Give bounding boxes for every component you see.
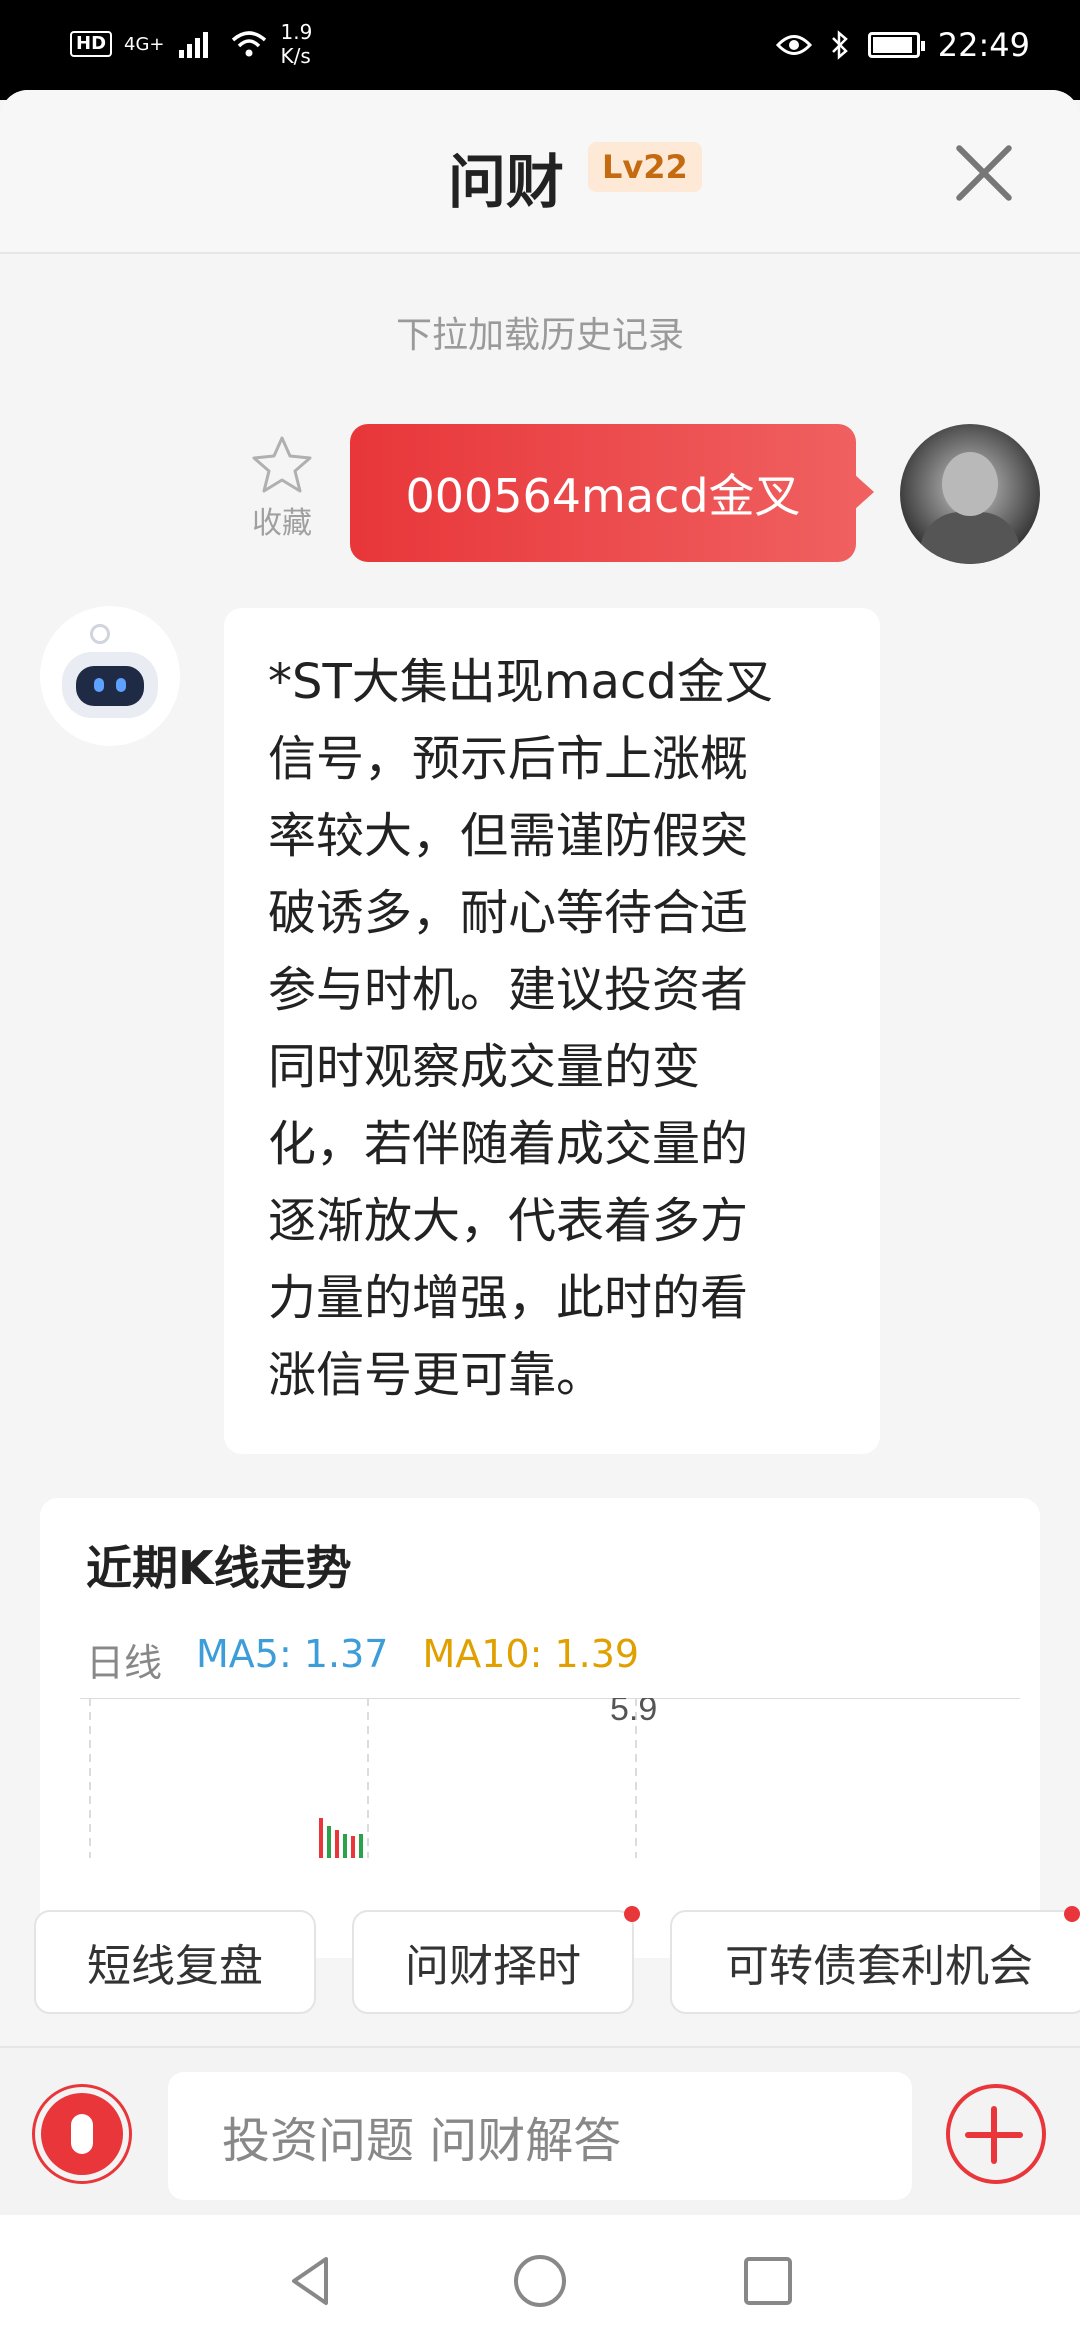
candle [351,1836,355,1858]
user-message-text: 000564macd金叉 [405,469,801,523]
status-bar: HD 4G+ 1.9 K/s 22:49 [0,0,1080,100]
clock: 22:49 [937,26,1030,64]
battery-icon [867,32,925,58]
kline-chart: 5.9 [80,1698,1020,1858]
close-icon[interactable] [952,140,1016,204]
system-nav-bar [0,2215,1080,2340]
ma5-label: MA5: 1.37 [196,1632,389,1676]
input-placeholder: 投资问题 问财解答 [222,2113,622,2169]
quick-action-convertible-bond[interactable]: 可转债套利机会 [670,1906,1080,2014]
candles [319,1818,363,1858]
kline-card[interactable]: 近期K线走势 日线 MA5: 1.37 MA10: 1.39 5.9 [40,1498,1040,1958]
bot-message-line: 力量的增强，此时的看 [268,1270,749,1326]
back-icon[interactable] [282,2251,342,2311]
bot-message-line: 同时观察成交量的变 [268,1039,701,1095]
signal-icon [178,32,208,58]
bot-message-line: 参与时机。建议投资者 [268,962,749,1018]
input-bar: 投资问题 问财解答 [0,2046,1080,2216]
home-icon[interactable] [510,2251,570,2311]
eye-icon [775,35,812,55]
microphone-icon [41,2093,123,2175]
bot-message-line: 涨信号更可靠。 [268,1347,605,1403]
bot-message-line: 信号，预示后市上涨概 [268,731,749,787]
chat-sheet: 问财 Lv22 下拉加载历史记录 收藏 000564macd金叉 *ST大集出现… [0,90,1080,2215]
wifi-icon [231,31,266,57]
status-right: 22:49 [775,26,1030,64]
page-title: 问财 [448,148,565,216]
question-input[interactable]: 投资问题 问财解答 [168,2072,912,2200]
hd-icon: HD [70,31,113,57]
quick-action-label: 可转债套利机会 [725,1941,1033,1992]
quick-action-label: 短线复盘 [87,1941,263,1992]
period-label: 日线 [86,1641,163,1685]
bot-message-line: 破诱多，耐心等待合适 [268,885,749,941]
bot-message-bubble[interactable]: *ST大集出现macd金叉 信号，预示后市上涨概 率较大，但需谨防假突 破诱多，… [224,608,880,1454]
kline-legend: 日线 MA5: 1.37 MA10: 1.39 [86,1632,639,1687]
speed-value: 1.9 [280,20,313,44]
candle [343,1834,347,1858]
notification-dot [624,1906,640,1922]
bot-message-line: 逐渐放大，代表着多方 [268,1193,749,1249]
recents-icon[interactable] [738,2251,798,2311]
bot-message-line: 化，若伴随着成交量的 [268,1116,749,1172]
candle [335,1830,339,1858]
battery-fill [872,37,912,53]
speed-unit: K/s [280,44,311,68]
candle [359,1834,363,1858]
history-hint[interactable]: 下拉加载历史记录 [0,306,1080,358]
bot-message-line: 率较大，但需谨防假突 [268,808,749,864]
network-label: 4G+ [124,33,165,55]
robot-icon [76,666,144,706]
header: 问财 Lv22 [0,90,1080,254]
user-message-bubble[interactable]: 000564macd金叉 [350,424,874,562]
user-avatar[interactable] [900,424,1040,564]
ma10-label: MA10: 1.39 [422,1632,640,1676]
quick-action-timing[interactable]: 问财择时 [352,1906,640,2014]
plus-icon[interactable] [946,2084,1046,2184]
candle [319,1818,323,1858]
favorite-button[interactable]: 收藏 [246,434,318,542]
bot-avatar [40,606,180,746]
network-speed: 1.9 K/s [281,20,313,68]
favorite-label: 收藏 [252,506,312,541]
microphone-button[interactable] [32,2084,132,2184]
level-badge: Lv22 [588,142,702,192]
bot-message-line: *ST大集出现macd金叉 [268,654,773,710]
card-title: 近期K线走势 [86,1541,352,1595]
notification-dot [1064,1906,1080,1922]
quick-action-label: 问财择时 [405,1941,581,1992]
y-tick-label: 5.9 [610,1698,657,1728]
star-icon [252,436,312,493]
bluetooth-icon [831,30,848,60]
quick-action-short-review[interactable]: 短线复盘 [34,1910,316,2014]
candle [327,1826,331,1858]
status-left: HD 4G+ 1.9 K/s [70,20,312,68]
antenna-icon [90,624,110,644]
